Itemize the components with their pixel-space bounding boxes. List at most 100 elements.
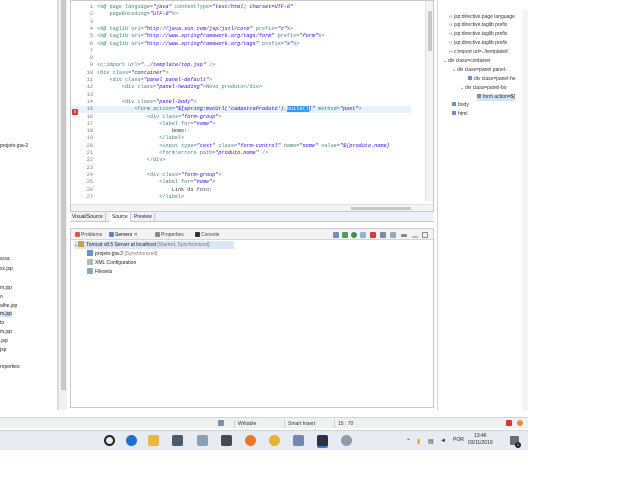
tab-preview[interactable]: Preview	[132, 213, 155, 222]
code-editor[interactable]: 1 <%@ page language="java" contentType="t…	[70, 0, 434, 212]
chrome-icon[interactable]	[269, 435, 280, 446]
code-line[interactable]: 24 <div class="form-group">	[71, 172, 411, 179]
explorer-item[interactable]: o	[0, 294, 3, 300]
code-line[interactable]: 19 </label>	[71, 135, 411, 142]
outline-row[interactable]: ‹› jsp:directive.page language	[449, 14, 515, 21]
error-marker-icon[interactable]: x	[72, 109, 78, 115]
file-explorer-icon[interactable]	[148, 435, 159, 446]
outline-row-selected[interactable]: form action=${	[477, 94, 516, 101]
code-line[interactable]: 21 <form:errors path="produto.nome" />	[71, 150, 411, 157]
clock[interactable]: 13:46 03/11/2019	[468, 433, 493, 447]
code-line[interactable]: 18 Nome:	[71, 128, 411, 135]
tab-problems[interactable]: Problems	[75, 231, 102, 239]
disconnect-icon[interactable]	[390, 232, 396, 238]
mail-icon[interactable]	[221, 435, 232, 446]
explorer-item[interactable]: scac	[0, 256, 10, 262]
tab-console[interactable]: Console	[195, 231, 219, 239]
chevron-up-icon[interactable]: ⌃	[406, 438, 411, 445]
outline-row[interactable]: body	[452, 102, 469, 109]
code-line[interactable]: 14 <div class="panel-body">	[71, 99, 411, 106]
network-icon[interactable]: ▤	[428, 438, 434, 445]
explorer-item[interactable]: projeto-jpa-2	[0, 143, 28, 149]
server-child[interactable]: Filesets	[87, 268, 112, 276]
code-line[interactable]: 15 <form action="${spring:mvcUrl('cadast…	[71, 106, 411, 114]
tab-visual-source[interactable]: Visual/Source	[70, 213, 106, 222]
explorer-item[interactable]: xx.jsp	[0, 266, 13, 272]
code-line[interactable]: 4 <%@ taglib uri="http://java.sun.com/jsp…	[71, 26, 411, 33]
publish-icon[interactable]	[380, 232, 386, 238]
outline-row[interactable]: ⌄div class=container	[443, 58, 491, 65]
volume-icon[interactable]: ◄	[440, 438, 446, 444]
minimize-icon[interactable]	[412, 236, 418, 238]
code-line[interactable]: 26 Link da foto:	[71, 187, 411, 194]
code-line[interactable]: 13	[71, 92, 411, 99]
code-line[interactable]: 20 <input type="text" class="form-contro…	[71, 143, 411, 150]
store-icon[interactable]	[172, 435, 183, 446]
code-line[interactable]: 3	[71, 19, 411, 26]
outline-row[interactable]: ⌄div class=panel panel-	[452, 67, 507, 74]
explorer-item[interactable]: roperties	[0, 364, 19, 370]
rss-icon[interactable]	[517, 420, 523, 426]
tab-servers[interactable]: Servers ✕	[109, 231, 138, 239]
battery-icon[interactable]: ▮	[417, 438, 420, 445]
app-icon[interactable]	[293, 435, 304, 446]
code-line[interactable]: 8	[71, 55, 411, 62]
code-line[interactable]: 12 <div class="panel-heading">Novo produ…	[71, 84, 411, 91]
tab-properties[interactable]: Properties	[155, 231, 184, 239]
app-icon[interactable]	[341, 435, 352, 446]
code-line[interactable]: 9 <c:import url="../template/top.jsp" />	[71, 62, 411, 69]
edge-icon[interactable]	[126, 435, 137, 446]
code-line[interactable]: 25 <label for="nome">	[71, 179, 411, 186]
explorer-item[interactable]: to	[0, 320, 4, 326]
code-line[interactable]: 16 <div class="form-group">	[71, 114, 411, 121]
code-line[interactable]: 1 <%@ page language="java" contentType="t…	[71, 4, 411, 11]
code-line[interactable]: 2 pageEncoding="UTF-8"%>	[71, 11, 411, 18]
explorer-scrollbar[interactable]	[58, 0, 67, 410]
outline-row[interactable]: ⌄div class=panel-bo	[460, 85, 507, 92]
editor-vertical-scrollbar[interactable]	[425, 1, 433, 201]
code-line[interactable]: 23	[71, 165, 411, 172]
code-line[interactable]: 22 </div>	[71, 157, 411, 164]
code-line[interactable]: 6 <%@ taglib uri="http://www.springframew…	[71, 41, 411, 48]
explorer-item[interactable]: alhe.jsp	[0, 303, 17, 309]
start-server-icon[interactable]	[351, 232, 357, 238]
tab-source[interactable]: Source	[110, 213, 131, 222]
start-icon[interactable]	[104, 435, 115, 446]
view-menu-icon[interactable]	[401, 234, 407, 237]
firefox-icon[interactable]	[245, 435, 256, 446]
explorer-item[interactable]: .jsp	[0, 338, 8, 344]
scrollbar-thumb[interactable]	[351, 207, 411, 210]
editor-horizontal-scrollbar[interactable]	[71, 204, 433, 211]
outline-row[interactable]: html	[452, 111, 467, 118]
code-line[interactable]: 7	[71, 48, 411, 55]
explorer-item[interactable]: jsp	[0, 347, 6, 353]
outline-row[interactable]: ‹› jsp:directive.taglib prefix	[449, 31, 507, 38]
collapse-icon[interactable]	[333, 232, 339, 238]
scrollbar-thumb[interactable]	[428, 11, 432, 51]
outline-scrollbar[interactable]	[522, 10, 528, 410]
scrollbar-thumb[interactable]	[61, 0, 66, 390]
code-line[interactable]: 17 <label for="nome">	[71, 121, 411, 128]
server-row[interactable]: ⌄ Tomcat v8.5 Server at localhost [Starte…	[74, 241, 234, 249]
outline-row[interactable]: ‹› c:import url=../template/t	[449, 49, 508, 56]
explorer-item-selected[interactable]: m.jsp	[0, 311, 12, 317]
language-indicator[interactable]: POR	[453, 437, 464, 443]
server-child[interactable]: projeto-jpa-2 [Synchronized]	[87, 250, 158, 258]
close-icon[interactable]: ✕	[134, 232, 138, 238]
eclipse-icon[interactable]	[317, 435, 328, 446]
stop-server-icon[interactable]	[370, 232, 376, 238]
app-icon[interactable]	[197, 435, 208, 446]
debug-server-icon[interactable]	[342, 232, 348, 238]
code-line[interactable]: 10 <div class="container">	[71, 70, 411, 77]
outline-row[interactable]: div class=panel-he	[468, 76, 516, 83]
code-line[interactable]: 5 <%@ taglib uri="http://www.springframew…	[71, 33, 411, 40]
error-log-icon[interactable]	[506, 420, 512, 426]
outline-row[interactable]: ‹› jsp:directive.taglib prefix	[449, 22, 507, 29]
explorer-item[interactable]: m.jsp	[0, 285, 12, 291]
code-line[interactable]: 27 </label>	[71, 194, 411, 201]
profile-server-icon[interactable]	[360, 232, 366, 238]
outline-row[interactable]: ‹› jsp:directive.taglib prefix	[449, 40, 507, 47]
maximize-icon[interactable]	[422, 232, 428, 238]
server-child[interactable]: XML Configuration	[87, 259, 136, 267]
code-line[interactable]: 11 <div class="panel panel-default">	[71, 77, 411, 84]
